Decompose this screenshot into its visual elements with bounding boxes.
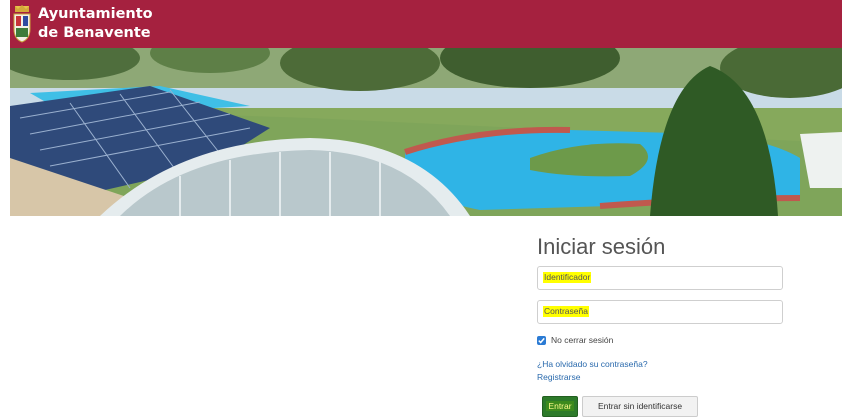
- password-placeholder: Contraseña: [543, 306, 589, 317]
- identifier-placeholder: Identificador: [543, 272, 592, 283]
- identifier-input[interactable]: Identificador: [537, 266, 783, 290]
- coat-of-arms-icon: [13, 5, 31, 43]
- register-link[interactable]: Registrarse: [537, 372, 580, 382]
- header-bar: Ayuntamiento de Benavente: [10, 0, 842, 48]
- submit-button-label: Entrar: [546, 401, 574, 411]
- keep-session-checkbox[interactable]: [537, 336, 546, 345]
- organization-name[interactable]: Ayuntamiento de Benavente: [38, 5, 153, 43]
- forgot-password-link[interactable]: ¿Ha olvidado su contraseña?: [537, 359, 648, 369]
- checkmark-icon: [538, 337, 545, 344]
- org-name-line2: de Benavente: [38, 25, 151, 41]
- password-input[interactable]: Contraseña: [537, 300, 783, 324]
- org-name-line1: Ayuntamiento: [38, 6, 153, 22]
- login-title: Iniciar sesión: [537, 234, 666, 259]
- keep-session-label[interactable]: No cerrar sesión: [551, 335, 613, 345]
- login-panel: Iniciar sesión Identificador Contraseña …: [537, 232, 787, 417]
- hero-image: [10, 48, 842, 216]
